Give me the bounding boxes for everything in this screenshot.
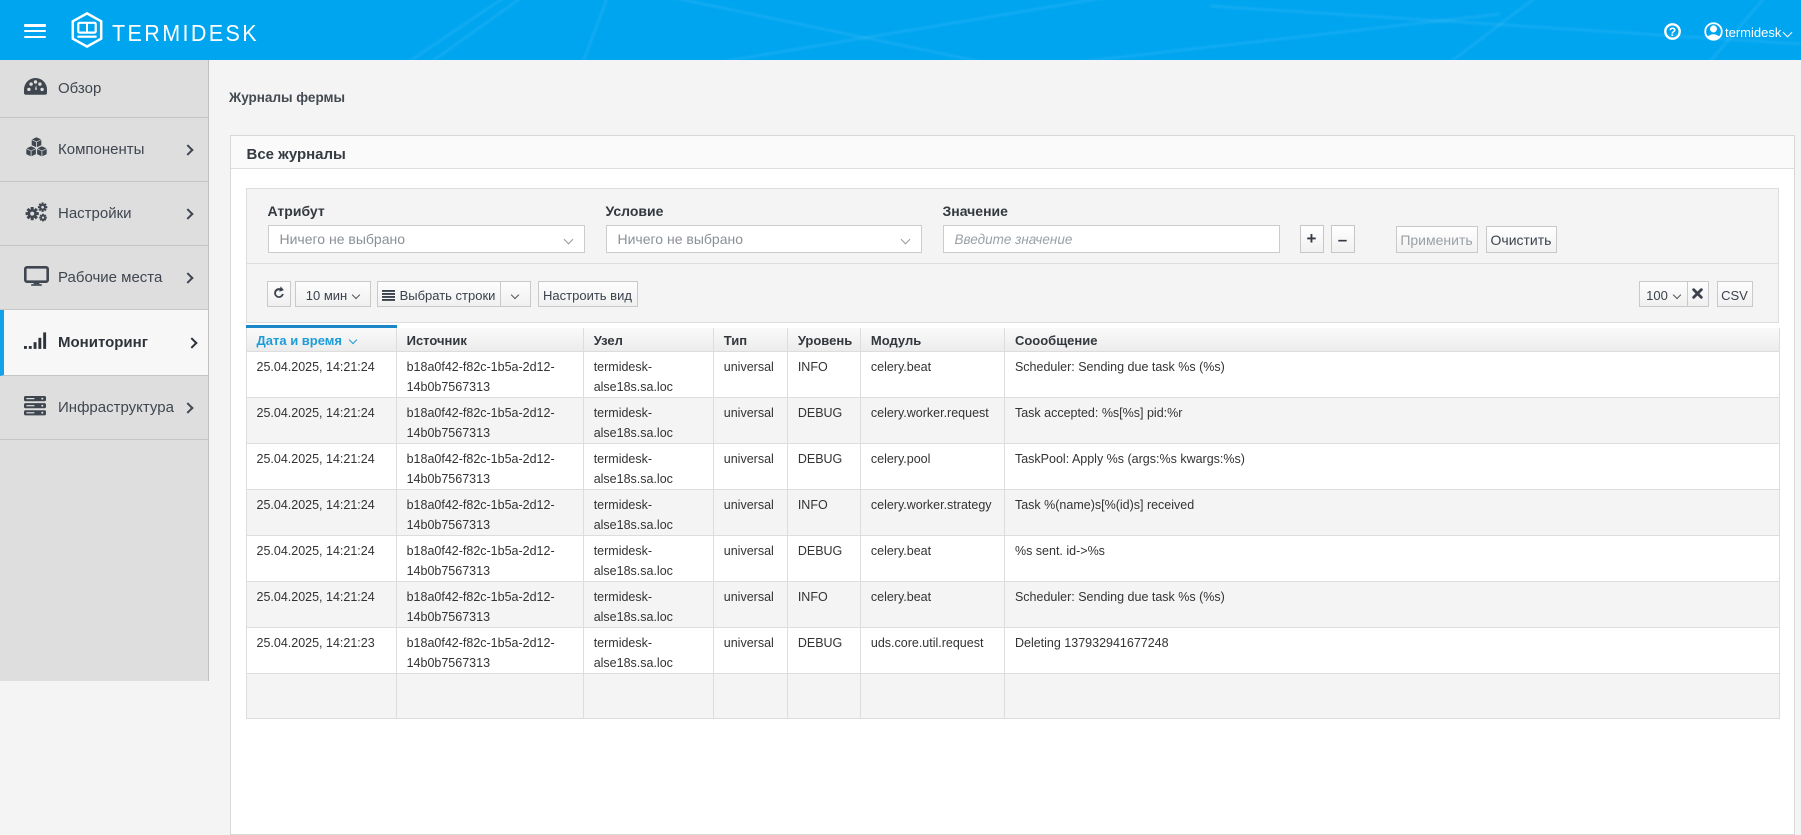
svg-text:?: ?: [1669, 25, 1676, 39]
